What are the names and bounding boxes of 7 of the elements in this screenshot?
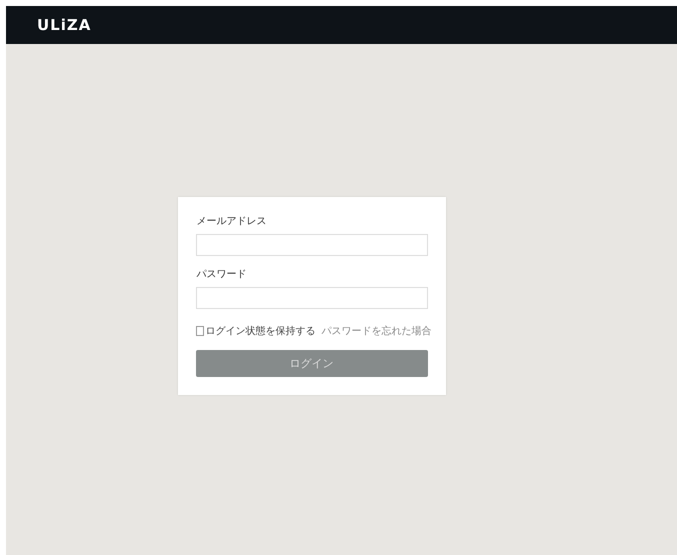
email-label: メールアドレス xyxy=(196,214,268,228)
password-label: パスワード xyxy=(196,268,248,280)
email-field[interactable] xyxy=(196,234,428,256)
remember-checkbox[interactable]: ログイン状態を保持する xyxy=(196,324,316,338)
forgot-password-link[interactable]: パスワードを忘れた場合 xyxy=(322,324,432,338)
logo[interactable]: ULiZA xyxy=(37,16,92,34)
password-field[interactable] xyxy=(196,286,428,308)
